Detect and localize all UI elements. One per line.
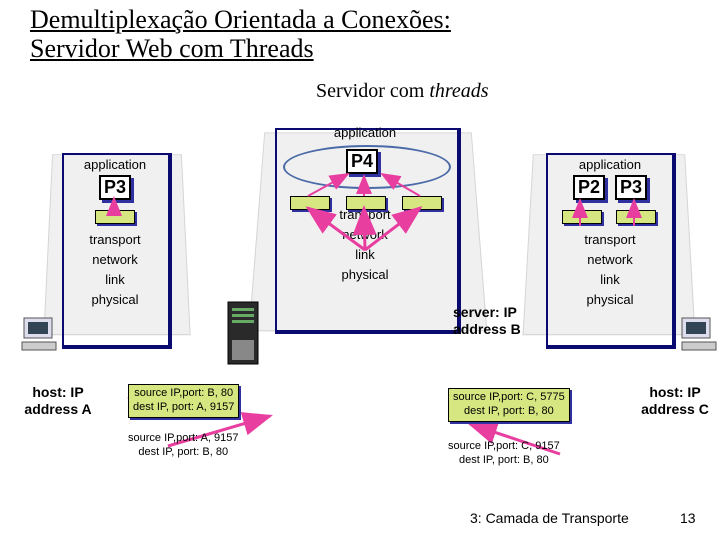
label-application-c: application <box>550 155 670 175</box>
pc-icon-left <box>20 314 64 358</box>
pkt-l1: source IP,port: C, 9157 <box>448 440 560 452</box>
pkt-l2: dest IP, port: B, 80 <box>138 446 228 458</box>
host-c-stack: application P2 P3 transport network link… <box>550 155 670 310</box>
server-label: server: IP address B <box>453 304 543 338</box>
proc-p2: P2 <box>573 175 605 200</box>
slide: { "title_line1": "Demultiplexação Orient… <box>0 0 720 540</box>
label-network-c: network <box>550 250 670 270</box>
label-physical-server: physical <box>310 265 420 285</box>
pkt-l1: source IP,port: C, 5775 <box>453 391 565 403</box>
pkt-l2: dest IP, port: B, 80 <box>464 405 554 417</box>
server-stack-lower: transport network link physical <box>310 205 420 285</box>
pc-icon-right <box>676 314 720 358</box>
packet-right-bottom: source IP,port: C, 9157 dest IP, port: B… <box>448 440 560 468</box>
host-a-stack: application P3 transport network link ph… <box>60 155 170 310</box>
footer: 3: Camada de Transporte <box>470 510 629 526</box>
host-a-label: host: IP address A <box>18 384 98 418</box>
label-network-server: network <box>310 225 420 245</box>
proc-p3-left: P3 <box>99 175 131 200</box>
label-application: application <box>60 155 170 175</box>
label-physical-c: physical <box>550 290 670 310</box>
label-application-server: application <box>310 123 420 143</box>
label-link: link <box>60 270 170 290</box>
pkt-l2: dest IP, port: A, 9157 <box>133 401 234 413</box>
page-number: 13 <box>680 510 696 526</box>
title-line-2: Servidor Web com Threads <box>30 34 314 63</box>
server-stack: application <box>310 123 420 143</box>
pkt-l1: source IP,port: A, 9157 <box>128 432 238 444</box>
socket-host-c-2 <box>616 210 656 224</box>
packet-left-top: source IP,port: B, 80 dest IP, port: A, … <box>128 384 239 418</box>
subtitle: Servidor com threads <box>316 80 489 103</box>
page-title: Demultiplexação Orientada a Conexões: Se… <box>30 6 451 63</box>
subtitle-pre: Servidor com <box>316 80 429 102</box>
packet-right-top: source IP,port: C, 5775 dest IP, port: B… <box>448 388 570 422</box>
label-network: network <box>60 250 170 270</box>
label-transport: transport <box>60 230 170 250</box>
label-transport-server: transport <box>310 205 420 225</box>
pkt-l1: source IP,port: B, 80 <box>134 387 233 399</box>
host-c-label: host: IP address C <box>640 384 710 418</box>
server-icon <box>226 300 260 368</box>
title-line-1: Demultiplexação Orientada a Conexões: <box>30 5 451 34</box>
label-physical: physical <box>60 290 170 310</box>
label-link-server: link <box>310 245 420 265</box>
proc-p3-right: P3 <box>615 175 647 200</box>
label-link-c: link <box>550 270 670 290</box>
pkt-l2: dest IP, port: B, 80 <box>459 454 549 466</box>
subtitle-italic: threads <box>429 80 488 102</box>
proc-p4: P4 <box>346 149 378 174</box>
socket-host-a <box>95 210 135 224</box>
packet-left-bottom: source IP,port: A, 9157 dest IP, port: B… <box>128 432 238 460</box>
label-transport-c: transport <box>550 230 670 250</box>
socket-host-c-1 <box>562 210 602 224</box>
